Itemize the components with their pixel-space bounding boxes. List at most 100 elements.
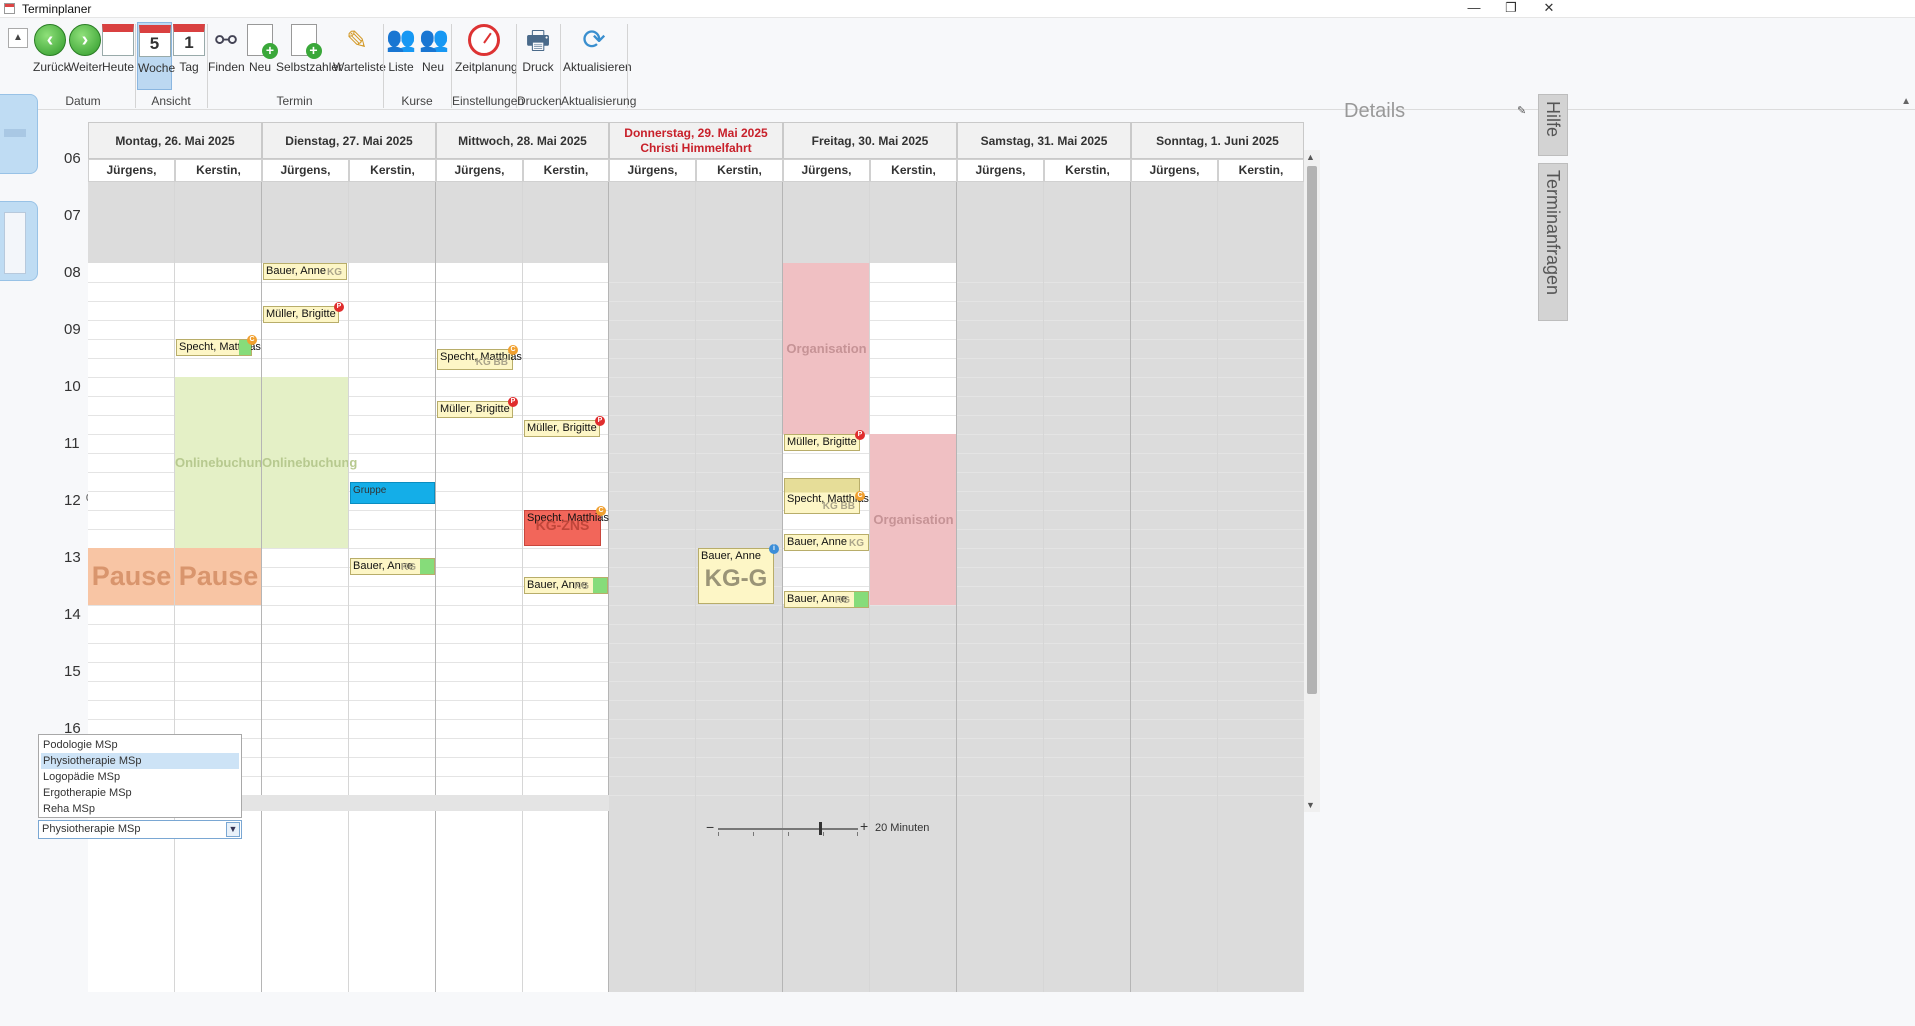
appointment-card[interactable]: Müller, Brigitte P	[524, 416, 605, 437]
priority-flag-icon: P	[595, 416, 605, 426]
day-header-sunday[interactable]: Sonntag, 1. Juni 2025	[1131, 122, 1304, 159]
hour-label: 12	[64, 492, 81, 509]
department-select-value: Physiotherapie MSp	[42, 823, 141, 835]
department-select[interactable]: Physiotherapie MSp ▼	[38, 820, 242, 839]
pin-icon[interactable]: ✎	[1517, 104, 1526, 117]
today-button[interactable]: Heute	[102, 22, 134, 90]
appointment-patient: Müller, Brigitte	[440, 403, 510, 415]
back-button[interactable]: ‹ Zurück	[33, 22, 70, 90]
help-side-tab[interactable]: Hilfe	[1538, 94, 1568, 156]
holiday-name: Christi Himmelfahrt	[640, 141, 752, 155]
department-option[interactable]: Logopädie MSp	[41, 769, 239, 785]
resource-column	[1131, 182, 1218, 992]
refresh-icon: ⟳	[582, 24, 606, 55]
waitlist-label: Warteliste	[333, 60, 386, 74]
scroll-up-icon[interactable]: ▲	[1306, 152, 1315, 162]
scroll-down-icon[interactable]: ▼	[1306, 800, 1315, 810]
binoculars-icon: ⚯	[215, 25, 237, 55]
appointment-card[interactable]: Specht, Matthias C	[176, 335, 261, 356]
hour-label: 15	[64, 663, 81, 680]
appointment-code: KG	[849, 538, 864, 549]
scrollbar-thumb[interactable]	[1307, 166, 1317, 694]
day-header-tuesday[interactable]: Dienstag, 27. Mai 2025	[262, 122, 436, 159]
today-label: Heute	[102, 60, 135, 74]
week-view-button[interactable]: 5 Woche	[137, 22, 175, 90]
chevron-down-icon[interactable]: ▼	[226, 822, 240, 837]
hour-label: 09	[64, 321, 81, 338]
resource-column	[783, 182, 870, 992]
appointment-card[interactable]: Müller, Brigitte P	[263, 302, 344, 323]
resource-column	[349, 182, 436, 992]
course-new-button[interactable]: 👥 Neu	[418, 22, 449, 90]
time-planning-button[interactable]: Zeitplanung	[455, 22, 518, 90]
app-window: Terminplaner — ❐ ✕ ▲ ‹ Zurück › Weiter H…	[0, 0, 1915, 1026]
left-mini-calendar-tab[interactable]	[0, 201, 38, 281]
day-header-row: Montag, 26. Mai 2025 Dienstag, 27. Mai 2…	[88, 122, 1304, 159]
resource-column	[88, 182, 175, 992]
left-navigation-tab[interactable]	[0, 94, 38, 174]
appointment-card[interactable]: Specht, Matthias KG BB C	[437, 345, 522, 370]
department-option-selected[interactable]: Physiotherapie MSp	[41, 753, 239, 769]
day-header-wednesday[interactable]: Mittwoch, 28. Mai 2025	[436, 122, 609, 159]
time-scale-slider[interactable]: − +	[706, 818, 868, 836]
appointment-card[interactable]: Müller, Brigitte P	[784, 430, 865, 451]
refresh-button[interactable]: ⟳ Aktualisieren	[563, 22, 632, 90]
day-header-friday[interactable]: Freitag, 30. Mai 2025	[783, 122, 957, 159]
appointment-card[interactable]: Bauer, Anne KG	[784, 534, 869, 551]
self-pay-document-icon: +	[290, 24, 322, 59]
zoom-out-icon[interactable]: −	[706, 819, 714, 835]
vertical-scrollbar[interactable]: ▲ ▼	[1304, 150, 1320, 812]
department-option[interactable]: Podologie MSp	[41, 737, 239, 753]
appointment-card[interactable]: Bauer, Anne KG	[350, 558, 435, 575]
resource-column	[1044, 182, 1131, 992]
zoom-in-icon[interactable]: +	[860, 818, 868, 834]
window-title: Terminplaner	[22, 2, 92, 16]
forward-arrow-icon: ›	[69, 24, 101, 56]
department-option[interactable]: Ergotherapie MSp	[41, 785, 239, 801]
print-button[interactable]: 🖶 Druck	[520, 22, 556, 90]
course-list-label: Liste	[388, 60, 414, 74]
calendar-grid[interactable]: Onlinebuchung Onlinebuchung Pause Pause …	[88, 182, 1304, 992]
status-tab	[593, 578, 607, 593]
resource-column	[175, 182, 262, 992]
appointment-card[interactable]: Bauer, Anne KG	[784, 591, 869, 608]
close-button[interactable]: ✕	[1527, 0, 1571, 18]
find-button[interactable]: ⚯ Finden	[208, 22, 245, 90]
hour-label: 11	[64, 435, 80, 452]
requests-side-tab[interactable]: Terminanfragen	[1538, 163, 1568, 321]
appointment-patient: Bauer, Anne	[701, 550, 761, 562]
group-appointment-card[interactable]: Gruppe	[350, 482, 435, 504]
resource-header: Jürgens, Markus	[957, 159, 1044, 198]
appointment-card[interactable]: Bauer, Anne KG	[524, 577, 608, 594]
appointment-patient: Müller, Brigitte	[527, 422, 597, 434]
appointment-card[interactable]: Specht, Matthias KG-ZNS C	[524, 506, 609, 546]
new-appointment-button[interactable]: + Neu	[246, 22, 278, 90]
slider-tick	[788, 832, 789, 836]
slider-thumb[interactable]	[819, 822, 823, 835]
waitlist-button[interactable]: ✎ Warteliste	[333, 22, 386, 90]
resource-header: Kerstin, Sommer	[1044, 159, 1131, 198]
day-view-button[interactable]: 1 Tag	[173, 22, 205, 90]
course-list-button[interactable]: 👥 Liste	[385, 22, 417, 90]
ribbon-minimize-icon[interactable]: ▲	[1901, 96, 1911, 107]
appointment-card[interactable]: Bauer, Anne KG-G i	[698, 544, 779, 604]
forward-button[interactable]: › Weiter	[68, 22, 102, 90]
appointment-card[interactable]: Bauer, Anne KG	[263, 263, 347, 280]
status-flag-icon: C	[247, 335, 257, 345]
course-new-people-icon: 👥	[419, 26, 449, 53]
time-planning-label: Zeitplanung	[455, 60, 518, 74]
ribbon-separator	[383, 24, 384, 108]
appointment-card[interactable]: Specht, Matthias KG BB C	[784, 478, 869, 514]
day-header-monday[interactable]: Montag, 26. Mai 2025	[88, 122, 262, 159]
appointment-card[interactable]: Müller, Brigitte P	[437, 397, 518, 418]
hour-axis: 06 07 08 09 10 11 12 00 13 14 15 16	[46, 150, 97, 992]
ribbon-collapse-button[interactable]: ▲	[8, 28, 28, 48]
course-new-label: Neu	[421, 60, 444, 74]
department-option[interactable]: Reha MSp	[41, 801, 239, 817]
day-header-saturday[interactable]: Samstag, 31. Mai 2025	[957, 122, 1131, 159]
self-pay-button[interactable]: + Selbstzahler	[276, 22, 342, 90]
day-calendar-icon: 1	[173, 24, 205, 56]
ribbon-toolbar: ▲ ‹ Zurück › Weiter Heute 5 Woche 1 Tag …	[0, 18, 1915, 110]
day-header-thursday[interactable]: Donnerstag, 29. Mai 2025 Christi Himmelf…	[609, 122, 783, 159]
appointment-code: KG-ZNS	[535, 517, 590, 533]
